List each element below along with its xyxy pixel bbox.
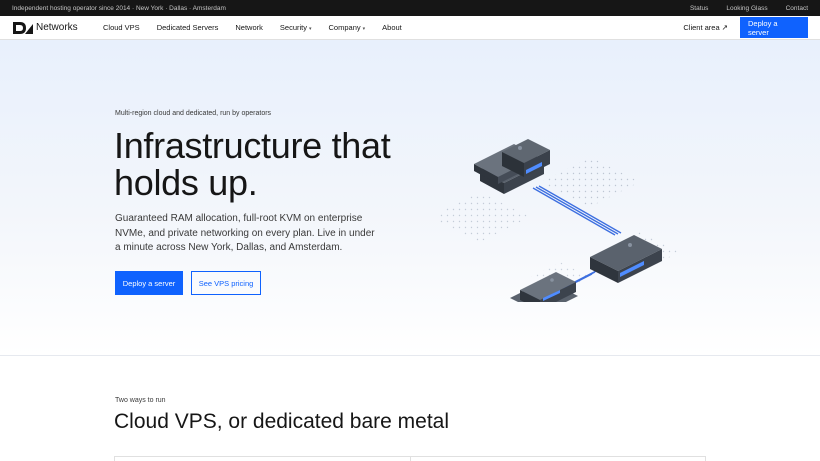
hero-section: Multi-region cloud and dedicated, run by… — [0, 40, 820, 356]
logo[interactable]: Networks — [12, 21, 102, 35]
nav-links: Cloud VPS Dedicated Servers Network Secu… — [103, 23, 402, 32]
topbar-tagline: Independent hosting operator since 2014 … — [12, 4, 226, 12]
nav-network[interactable]: Network — [235, 23, 263, 32]
chevron-down-icon: ▾ — [362, 26, 366, 32]
nav-dedicated-servers-label: Dedicated Servers — [156, 23, 219, 32]
hero-headline: Infrastructure that holds up. — [114, 127, 434, 201]
nav-dedicated-servers[interactable]: Dedicated Servers — [157, 23, 219, 32]
announcement-bar: Independent hosting operator since 2014 … — [0, 0, 820, 16]
dot-grid-decoration — [440, 157, 680, 292]
nav-company-dropdown[interactable]: Company ▾ — [329, 23, 366, 32]
main-navigation: Networks Cloud VPS Dedicated Servers Net… — [0, 16, 820, 40]
nav-cloud-vps[interactable]: Cloud VPS — [103, 23, 140, 32]
server-rack-top — [474, 139, 550, 194]
hero-eyebrow: Multi-region cloud and dedicated, run by… — [115, 110, 272, 117]
nav-security-label: Security — [279, 23, 307, 32]
hero-deploy-button[interactable]: Deploy a server — [115, 271, 183, 295]
section-title: Cloud VPS, or dedicated bare metal — [114, 410, 450, 433]
server-network-illustration — [440, 139, 680, 302]
nav-security-dropdown[interactable]: Security ▾ — [280, 23, 312, 32]
section-eyebrow: Two ways to run — [115, 397, 166, 404]
logo-mark-icon — [13, 21, 33, 34]
chevron-down-icon: ▾ — [309, 26, 312, 32]
hero-headline-line2: holds up. — [114, 162, 258, 203]
nav-about-label: About — [382, 23, 402, 32]
nav-company-label: Company — [328, 23, 361, 32]
client-area-link[interactable]: Client area ↗ — [683, 23, 728, 32]
topbar-link-status[interactable]: Status — [690, 5, 708, 12]
logo-text: Networks — [36, 22, 78, 33]
hero-headline-line1: Infrastructure that — [114, 125, 391, 166]
nav-about[interactable]: About — [382, 23, 402, 32]
topbar-links: Status Looking Glass Contact — [690, 5, 808, 12]
plan-cards — [114, 456, 706, 461]
see-vps-pricing-button[interactable]: See VPS pricing — [191, 271, 261, 295]
card-dedicated[interactable] — [411, 457, 706, 461]
hero-description: Guaranteed RAM allocation, full-root KVM… — [115, 213, 375, 253]
nav-cloud-vps-label: Cloud VPS — [103, 23, 140, 32]
topbar-link-looking-glass[interactable]: Looking Glass — [726, 5, 767, 12]
card-cloud-vps[interactable] — [115, 457, 411, 461]
nav-actions: Client area ↗ Deploy a server — [683, 17, 808, 38]
nav-network-label: Network — [235, 23, 263, 32]
deploy-server-button[interactable]: Deploy a server — [740, 17, 808, 38]
topbar-link-contact[interactable]: Contact — [786, 5, 808, 12]
